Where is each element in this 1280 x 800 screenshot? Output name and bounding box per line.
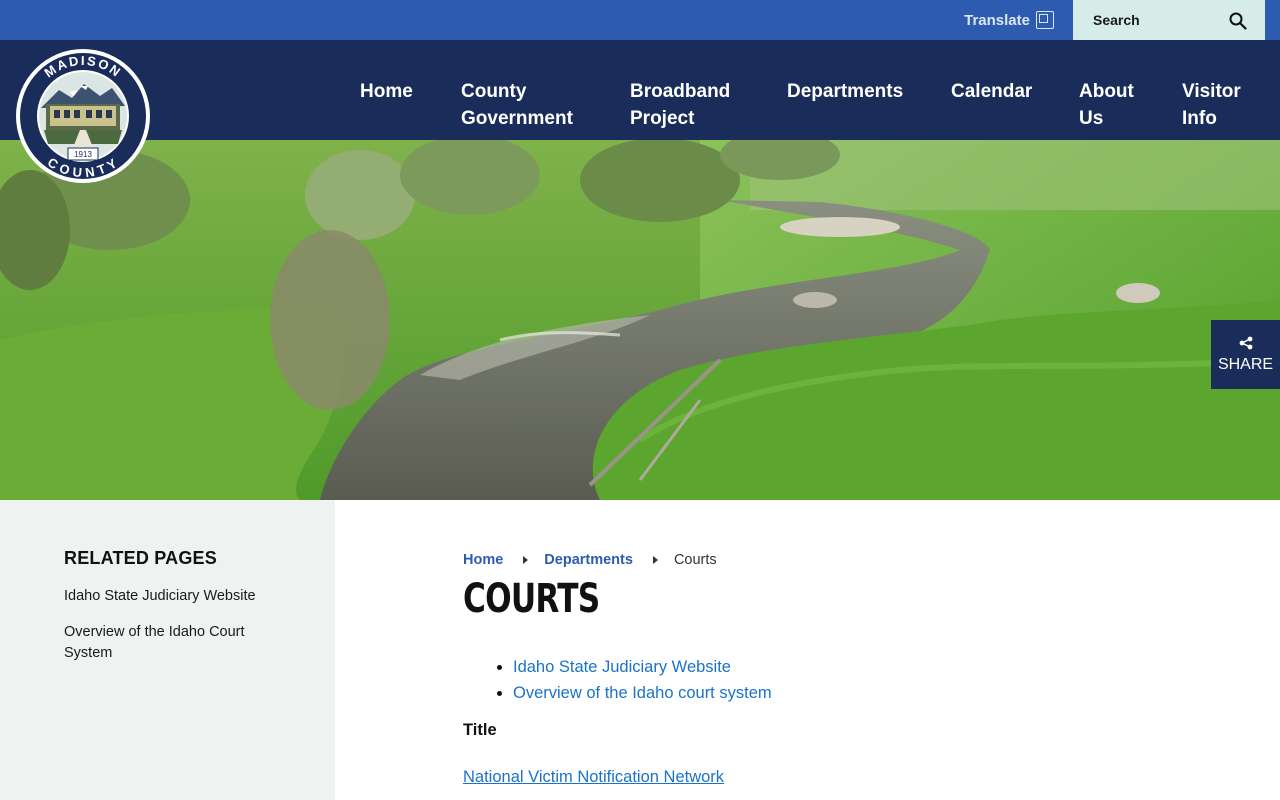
sidebar-link-court-overview[interactable]: Overview of the Idaho Court System bbox=[64, 622, 274, 664]
main-content: Home Departments Courts COURTS Idaho Sta… bbox=[463, 500, 1223, 787]
nav-item-departments[interactable]: Departments bbox=[787, 78, 903, 105]
content-link-court-overview[interactable]: Overview of the Idaho court system bbox=[513, 684, 772, 702]
nav-item-about-us[interactable]: About Us bbox=[1079, 78, 1134, 132]
search-icon[interactable] bbox=[1229, 12, 1247, 30]
search-box bbox=[1073, 0, 1265, 40]
translate-button[interactable]: Translate bbox=[964, 0, 1054, 40]
nav-label: Visitor bbox=[1182, 81, 1241, 102]
nav-label: Home bbox=[360, 81, 413, 102]
hero-image bbox=[0, 140, 1280, 500]
breadcrumb-current: Courts bbox=[673, 552, 717, 568]
sidebar-link-judiciary-website[interactable]: Idaho State Judiciary Website bbox=[64, 586, 274, 607]
page-title: COURTS bbox=[463, 576, 600, 622]
table-row-link[interactable]: National Victim Notification Network bbox=[463, 768, 1223, 787]
main-nav: Home County Government Broadband Project… bbox=[0, 40, 1280, 140]
county-seal-logo[interactable]: 1913 MADISON COUNTY bbox=[14, 46, 152, 186]
search-input[interactable] bbox=[1093, 12, 1223, 28]
nav-label: Departments bbox=[787, 81, 904, 102]
nav-item-broadband-project[interactable]: Broadband Project bbox=[630, 78, 730, 132]
sidebar-title: RELATED PAGES bbox=[64, 548, 217, 568]
nav-label: About bbox=[1079, 81, 1134, 102]
nav-item-home[interactable]: Home bbox=[360, 78, 413, 105]
breadcrumb: Home Departments Courts bbox=[463, 552, 1223, 568]
content-link-judiciary-website[interactable]: Idaho State Judiciary Website bbox=[513, 658, 731, 676]
seal-year: 1913 bbox=[74, 150, 92, 159]
translate-label: Translate bbox=[964, 11, 1030, 29]
nav-label: Broadband bbox=[630, 81, 731, 102]
breadcrumb-chevron-icon bbox=[652, 556, 658, 564]
nav-label: Info bbox=[1182, 108, 1217, 129]
translate-icon bbox=[1036, 11, 1054, 29]
table-header-title: Title bbox=[463, 721, 497, 739]
breadcrumb-chevron-icon bbox=[523, 556, 529, 564]
nav-item-county-government[interactable]: County Government bbox=[461, 78, 573, 132]
nav-item-visitor-info[interactable]: Visitor Info bbox=[1182, 78, 1241, 132]
related-pages-sidebar: RELATED PAGES Idaho State Judiciary Webs… bbox=[0, 500, 335, 800]
nav-item-calendar[interactable]: Calendar bbox=[951, 78, 1032, 105]
content-link-list: Idaho State Judiciary Website Overview o… bbox=[463, 658, 1223, 703]
list-item: Idaho State Judiciary Website bbox=[513, 658, 1223, 677]
meadow-stream-image bbox=[0, 140, 1280, 500]
share-icon bbox=[1239, 336, 1252, 349]
nav-label: County bbox=[461, 81, 527, 102]
breadcrumb-departments[interactable]: Departments bbox=[544, 552, 633, 568]
nav-label: Project bbox=[630, 108, 695, 129]
breadcrumb-home[interactable]: Home bbox=[463, 552, 503, 568]
share-button[interactable]: SHARE bbox=[1211, 320, 1280, 389]
list-item: Overview of the Idaho court system bbox=[513, 684, 1223, 703]
nav-label: Calendar bbox=[951, 81, 1033, 102]
utility-bar: Translate bbox=[0, 0, 1280, 40]
nav-label: Government bbox=[461, 108, 573, 129]
share-label: SHARE bbox=[1217, 355, 1274, 373]
nav-label: Us bbox=[1079, 108, 1104, 129]
